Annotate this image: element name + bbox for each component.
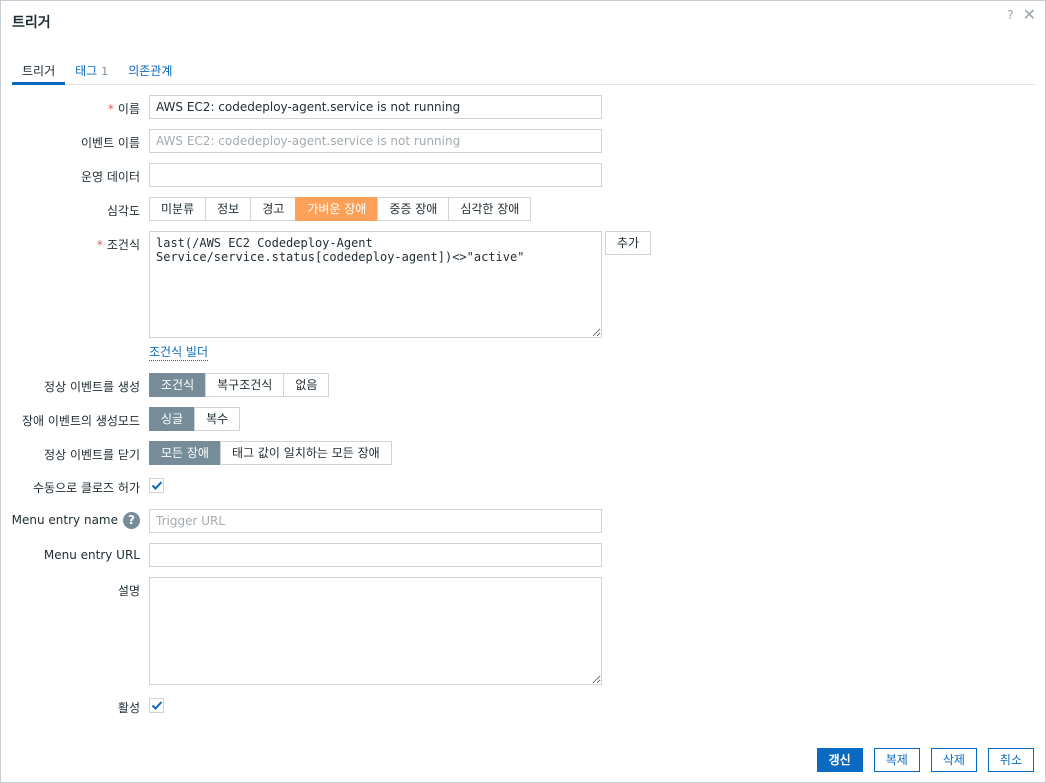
recovery-option-none[interactable]: 없음 [283,373,330,397]
recovery-option-expression[interactable]: 조건식 [149,373,207,397]
trigger-dialog: 트리거 ? ✕ 트리거 태그1 의존관계 *이름 이벤트 이름 운영 데이터 심… [0,0,1046,783]
dialog-title: 트리거 [12,15,51,31]
ok-close-selector: 모든 장애 태그 값이 일치하는 모든 장애 [149,441,392,465]
severity-option-not-classified[interactable]: 미분류 [149,197,207,221]
severity-option-average[interactable]: 가벼운 장애 [295,197,379,221]
event-name-label: 이벤트 이름 [80,136,140,150]
description-textarea[interactable] [149,577,602,685]
severity-option-disaster[interactable]: 심각한 장애 [448,197,532,221]
expression-label-text: 조건식 [106,238,140,252]
tab-label: 의존관계 [128,64,173,78]
menu-entry-url-label: Menu entry URL [43,548,140,562]
severity-selector: 미분류 정보 경고 가벼운 장애 중증 장애 심각한 장애 [149,197,532,221]
event-mode-option-multiple[interactable]: 복수 [194,407,241,431]
recovery-option-recovery-expression[interactable]: 복구조건식 [205,373,285,397]
severity-option-warning[interactable]: 경고 [250,197,297,221]
expression-textarea[interactable]: last(/AWS EC2 Codedeploy-Agent Service/s… [149,231,602,338]
question-icon[interactable]: ? [123,512,140,529]
checkmark-icon [151,701,163,710]
enabled-label: 활성 [117,701,140,715]
dialog-header-icons: ? ✕ [1007,7,1036,23]
severity-option-high[interactable]: 중증 장애 [377,197,450,221]
tab-bar: 트리거 태그 1 의존관계 [12,59,1036,85]
tab-dependencies[interactable]: 의존관계 [118,59,182,85]
checkmark-icon [151,481,163,490]
menu-entry-name-label: Menu entry name? [12,512,140,529]
expression-label: * 조건식 [97,236,140,253]
manual-close-checkbox[interactable] [149,478,164,493]
required-mark: * [107,102,114,116]
opdata-label: 운영 데이터 [80,170,140,184]
name-label-text: 이름 [117,102,140,116]
manual-close-label: 수동으로 클로즈 허가 [33,481,140,495]
expression-builder-link[interactable]: 조건식 빌더 [149,343,209,361]
row-manual-close: 수동으로 클로즈 허가 [1,478,1046,495]
event-mode-label: 장애 이벤트의 생성모드 [21,414,140,428]
ok-close-label: 정상 이벤트를 닫기 [44,448,140,462]
ok-close-option-tag-match[interactable]: 태그 값이 일치하는 모든 장애 [219,441,392,465]
tab-tags[interactable]: 태그 1 [65,59,118,85]
event-mode-option-single[interactable]: 싱글 [149,407,196,431]
recovery-mode-selector: 조건식 복구조건식 없음 [149,373,330,397]
name-input[interactable] [149,95,602,119]
tab-count: 1 [101,65,109,78]
dialog-footer: 갱신 복제 삭제 취소 [816,748,1034,772]
cancel-button[interactable]: 취소 [987,748,1034,772]
enabled-checkbox[interactable] [149,698,164,713]
row-enabled: 활성 [1,698,1046,715]
help-icon[interactable]: ? [1007,8,1013,22]
close-icon[interactable]: ✕ [1023,7,1036,23]
severity-option-information[interactable]: 정보 [205,197,252,221]
event-name-input[interactable] [149,129,602,153]
tab-trigger[interactable]: 트리거 [12,59,66,85]
menu-entry-url-input[interactable] [149,543,602,567]
tab-label: 태그 [75,64,98,78]
clone-button[interactable]: 복제 [873,748,920,772]
menu-entry-name-label-text: Menu entry name [11,513,118,527]
recovery-mode-label: 정상 이벤트를 생성 [44,380,140,394]
menu-entry-name-input[interactable] [149,509,602,533]
description-label: 설명 [117,584,140,598]
severity-label: 심각도 [106,204,140,218]
update-button[interactable]: 갱신 [816,748,863,772]
name-label: * 이름 [108,100,140,117]
ok-close-option-all[interactable]: 모든 장애 [149,441,221,465]
tab-label: 트리거 [22,64,56,78]
opdata-input[interactable] [149,163,602,187]
delete-button[interactable]: 삭제 [930,748,977,772]
add-expression-button[interactable]: 추가 [605,231,651,255]
event-mode-selector: 싱글 복수 [149,407,241,431]
required-mark: * [96,238,103,252]
